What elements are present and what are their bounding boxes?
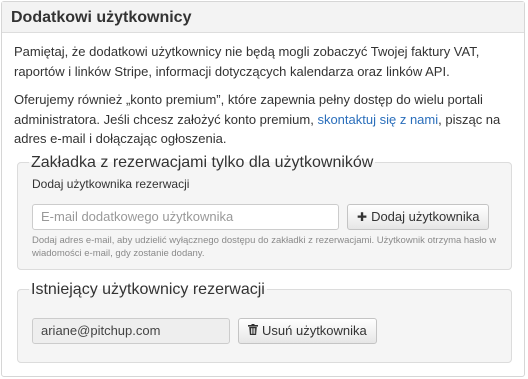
existing-user-email-field: ariane@pitchup.com: [32, 317, 230, 344]
existing-section-legend: Istniejący użytkownicy rezerwacji: [31, 280, 265, 298]
add-user-row: E-mail dodatkowego użytkownika ✚ Dodaj u…: [32, 203, 497, 230]
add-user-label: Dodaj użytkownika rezerwacji: [32, 176, 190, 191]
contact-us-link[interactable]: skontaktuj się z nami: [317, 112, 438, 127]
add-section-legend: Zakładka z rezerwacjami tylko dla użytko…: [31, 153, 374, 171]
email-input[interactable]: E-mail dodatkowego użytkownika: [32, 203, 339, 230]
add-user-help-text: Dodaj adres e-mail, aby udzielić wyłączn…: [32, 234, 497, 260]
remove-user-button[interactable]: Usuń użytkownika: [238, 317, 377, 344]
trash-icon: [248, 324, 258, 337]
add-booking-user-fieldset: Zakładka z rezerwacjami tylko dla użytko…: [17, 153, 512, 270]
panel-body: Pamiętaj, że dodatkowi użytkownicy nie b…: [2, 33, 524, 363]
add-user-button[interactable]: ✚ Dodaj użytkownika: [347, 203, 490, 230]
intro-text: Pamiętaj, że dodatkowi użytkownicy nie b…: [14, 44, 480, 79]
panel-title: Dodatkowi użytkownicy: [11, 9, 192, 26]
premium-offer-text: Oferujemy również „konto premium”, które…: [14, 90, 512, 149]
panel-header: Dodatkowi użytkownicy: [2, 2, 524, 33]
existing-users-fieldset: Istniejący użytkownicy rezerwacji ariane…: [17, 280, 512, 363]
existing-user-row: ariane@pitchup.com Usuń użytkownika: [32, 317, 497, 344]
add-user-button-label: Dodaj użytkownika: [371, 209, 480, 224]
remove-user-button-label: Usuń użytkownika: [262, 323, 367, 338]
additional-users-panel: Dodatkowi użytkownicy Pamiętaj, że dodat…: [1, 1, 525, 377]
plus-icon: ✚: [357, 209, 368, 224]
